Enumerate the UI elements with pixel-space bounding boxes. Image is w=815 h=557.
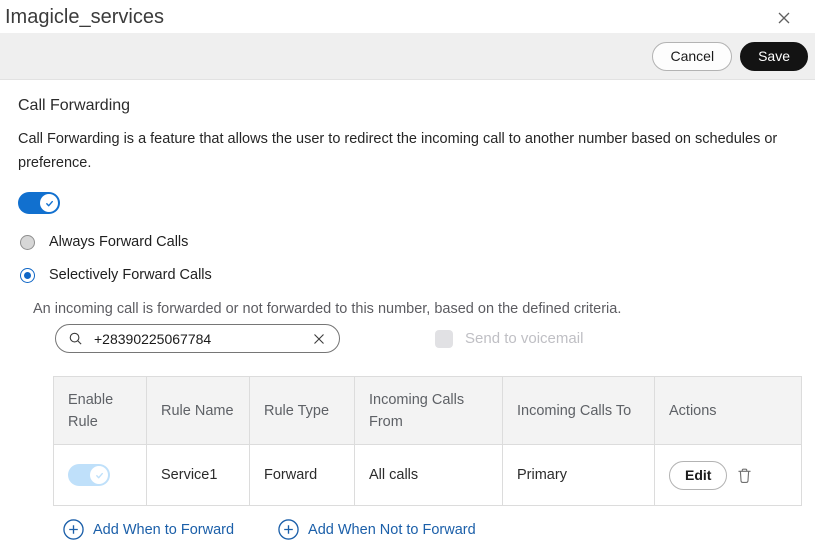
cell-rule-type: Forward [250,445,355,506]
section-description: Call Forwarding is a feature that allows… [18,127,800,175]
radio-label: Always Forward Calls [49,234,188,250]
delete-rule-icon[interactable] [737,467,752,484]
toggle-thumb [90,466,108,484]
radio-unselected-icon [20,235,35,250]
voicemail-checkbox[interactable] [435,330,453,348]
modal-header: Imagicle_services [0,0,815,33]
toggle-thumb [40,194,58,212]
cancel-button[interactable]: Cancel [652,42,732,71]
add-when-to-forward-label: Add When to Forward [93,522,234,538]
table-row: Service1 Forward All calls Primary Edit [54,445,802,506]
check-icon [94,470,105,481]
cell-rule-name: Service1 [147,445,250,506]
header-rule-type: Rule Type [250,377,355,445]
header-actions: Actions [655,377,802,445]
cell-enable-rule [54,445,147,506]
plus-circle-icon [63,519,84,540]
radio-always-forward[interactable]: Always Forward Calls [18,230,801,254]
number-search-box[interactable] [55,324,340,353]
header-incoming-calls-to: Incoming Calls To [503,377,655,445]
cell-incoming-calls-from: All calls [355,445,503,506]
call-forwarding-toggle[interactable] [18,192,60,214]
call-forwarding-section: Call Forwarding Call Forwarding is a fea… [0,80,815,540]
clear-search-icon[interactable] [311,331,327,347]
add-when-not-to-forward-link[interactable]: Add When Not to Forward [278,519,476,540]
action-bar: Cancel Save [0,33,815,80]
forwarding-rules-table: Enable Rule Rule Name Rule Type Incoming… [53,376,802,506]
send-to-voicemail-option: Send to voicemail [435,330,583,348]
header-enable-rule: Enable Rule [54,377,147,445]
add-when-to-forward-link[interactable]: Add When to Forward [63,519,234,540]
header-incoming-calls-from: Incoming Calls From [355,377,503,445]
voicemail-label: Send to voicemail [465,330,583,347]
close-icon[interactable] [775,9,793,27]
cell-incoming-calls-to: Primary [503,445,655,506]
radio-selected-icon [20,268,35,283]
check-icon [44,198,55,209]
save-button[interactable]: Save [740,42,808,71]
section-heading: Call Forwarding [18,97,801,115]
radio-selectively-forward[interactable]: Selectively Forward Calls [18,263,801,287]
add-when-not-to-forward-label: Add When Not to Forward [308,522,476,538]
plus-circle-icon [278,519,299,540]
header-rule-name: Rule Name [147,377,250,445]
edit-rule-button[interactable]: Edit [669,461,727,490]
rule-enable-toggle[interactable] [68,464,110,486]
search-icon [68,331,83,346]
radio-label: Selectively Forward Calls [49,267,212,283]
criteria-note: An incoming call is forwarded or not for… [33,301,801,317]
table-header-row: Enable Rule Rule Name Rule Type Incoming… [54,377,802,445]
add-links-row: Add When to Forward Add When Not to Forw… [63,519,801,540]
controls-row: Send to voicemail [55,324,801,353]
number-search-input[interactable] [92,330,311,348]
page-title: Imagicle_services [5,6,164,29]
cell-actions: Edit [655,445,802,506]
